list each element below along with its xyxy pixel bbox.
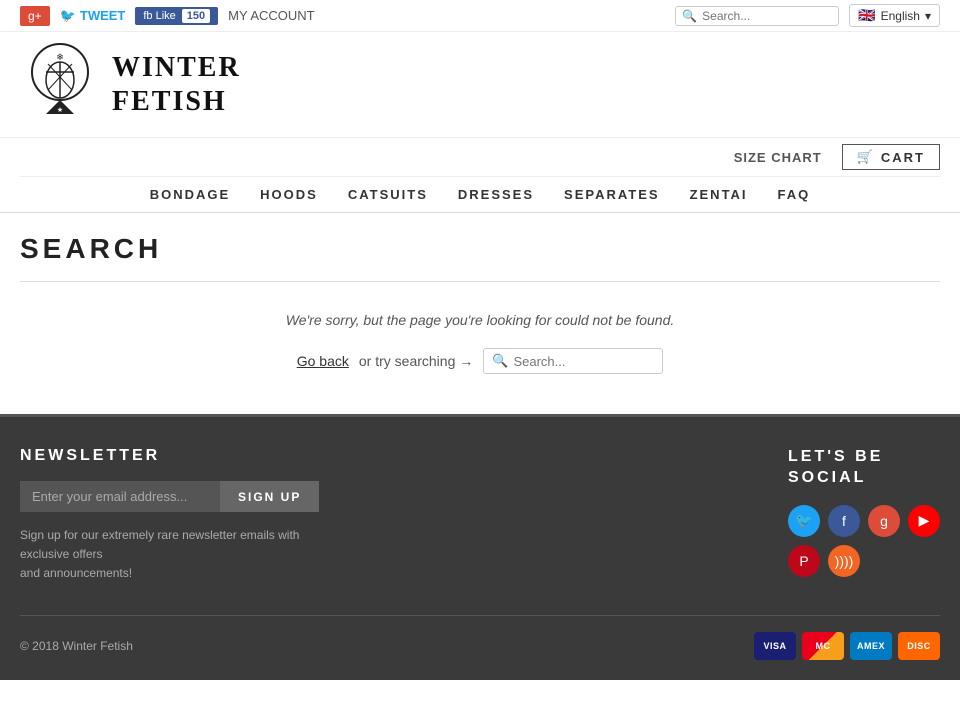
main-content: SEARCH We're sorry, but the page you're … [0,213,960,417]
logo-text: Winter Fetish [112,51,241,118]
tweet-label: TWEET [80,8,126,23]
site-header: ❄ ★ Winter Fetish [0,32,960,138]
nav-bondage[interactable]: BONDAGE [150,187,230,202]
nav-hoods[interactable]: HOODS [260,187,318,202]
top-bar-left: g+ 🐦 TWEET fb Like 150 MY ACCOUNT [20,6,315,26]
amex-icon: AMEX [850,632,892,660]
size-chart-label: SIZE CHART [734,150,822,165]
youtube-social-link[interactable]: ▶ [908,505,940,537]
go-back-label: Go back [297,353,349,369]
header-search-input[interactable] [702,9,832,23]
svg-text:❄: ❄ [56,52,64,62]
twitter-icon: 🐦 [60,8,76,24]
search-icon: 🔍 [682,9,697,23]
footer: NEWSLETTER SIGN UP Sign up for our extre… [0,417,960,680]
size-chart-link[interactable]: SIZE CHART [734,150,822,165]
page-title: SEARCH [20,233,940,282]
social-section: LET'S BE SOCIAL 🐦 f g ▶ P )))) [788,447,940,585]
svg-text:★: ★ [57,106,63,114]
my-account-label: MY ACCOUNT [228,8,314,23]
footer-bottom: © 2018 Winter Fetish VISA MC AMEX DISC [20,615,940,660]
newsletter-title: NEWSLETTER [20,447,788,465]
fb-count: 150 [182,9,210,23]
social-title: LET'S BE SOCIAL [788,447,940,489]
top-bar: g+ 🐦 TWEET fb Like 150 MY ACCOUNT 🔍 🇬🇧 E… [0,0,960,32]
chevron-down-icon: ▾ [925,9,931,23]
search-icon: 🔍 [492,353,508,369]
newsletter-description: Sign up for our extremely rare newslette… [20,526,340,584]
social-icons-row-1: 🐦 f g ▶ [788,505,940,537]
nav-faq[interactable]: FAQ [778,187,811,202]
visa-icon: VISA [754,632,796,660]
fb-label: fb Like [143,10,175,22]
logo-line1: Winter [112,51,241,85]
twitter-social-link[interactable]: 🐦 [788,505,820,537]
or-try-searching-text: or try searching → [359,353,473,369]
inline-search-input[interactable] [513,354,653,369]
discover-icon: DISC [898,632,940,660]
my-account-link[interactable]: MY ACCOUNT [228,8,314,23]
payment-icons: VISA MC AMEX DISC [754,632,940,660]
not-found-search-row: Go back or try searching → 🔍 [20,348,940,374]
rss-social-link[interactable]: )))) [828,545,860,577]
footer-top: NEWSLETTER SIGN UP Sign up for our extre… [20,447,940,585]
cart-button[interactable]: 🛒 CART [842,144,940,170]
main-navigation: SIZE CHART 🛒 CART BONDAGE HOODS CATSUITS… [0,138,960,213]
header-search-box: 🔍 [675,6,839,26]
copyright-text: © 2018 Winter Fetish [20,639,133,653]
signup-button[interactable]: SIGN UP [220,481,319,512]
cart-label: CART [881,150,925,165]
newsletter-section: NEWSLETTER SIGN UP Sign up for our extre… [20,447,788,585]
nav-zentai[interactable]: ZENTAI [690,187,748,202]
email-input[interactable] [20,481,220,512]
nav-top-row: SIZE CHART 🛒 CART [20,138,940,177]
facebook-social-link[interactable]: f [828,505,860,537]
nav-items: BONDAGE HOODS CATSUITS DRESSES SEPARATES… [20,177,940,212]
not-found-message: We're sorry, but the page you're looking… [20,312,940,328]
gplus-icon: g+ [28,9,42,23]
nav-catsuits[interactable]: CATSUITS [348,187,428,202]
social-icons-row-2: P )))) [788,545,940,577]
language-label: English [881,9,920,23]
gplus-button[interactable]: g+ [20,6,50,26]
nav-separates[interactable]: SEPARATES [564,187,660,202]
logo-image: ❄ ★ [20,42,100,127]
google-social-link[interactable]: g [868,505,900,537]
email-row: SIGN UP [20,481,788,512]
logo-line2: Fetish [112,85,241,119]
inline-search-box: 🔍 [483,348,663,374]
language-selector[interactable]: 🇬🇧 English ▾ [849,4,940,27]
flag-icon: 🇬🇧 [858,7,875,24]
signup-label: SIGN UP [238,490,301,504]
top-bar-right: 🔍 🇬🇧 English ▾ [675,4,940,27]
logo-area[interactable]: ❄ ★ Winter Fetish [20,42,241,127]
go-back-link[interactable]: Go back [297,353,349,369]
mastercard-icon: MC [802,632,844,660]
nav-dresses[interactable]: DRESSES [458,187,534,202]
cart-icon: 🛒 [857,149,875,165]
pinterest-social-link[interactable]: P [788,545,820,577]
tweet-link[interactable]: 🐦 TWEET [60,8,126,24]
fb-like-button[interactable]: fb Like 150 [135,7,218,25]
